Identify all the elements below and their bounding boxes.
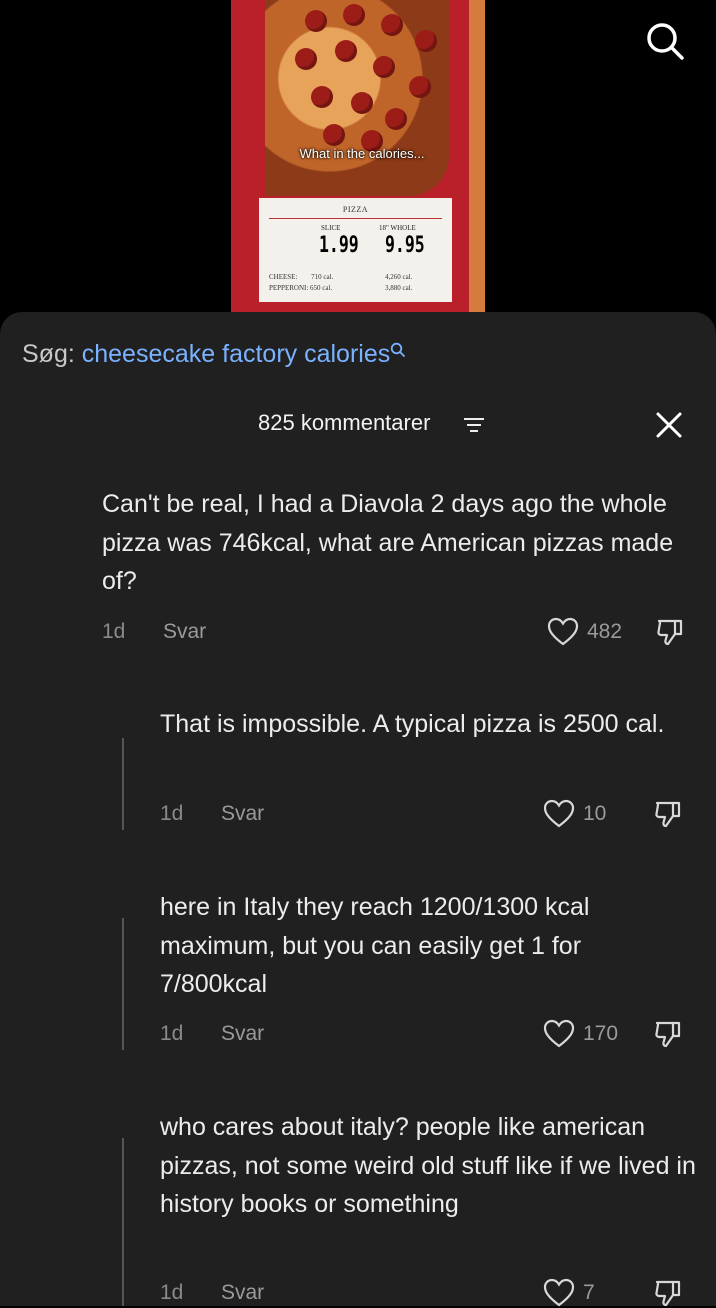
dislike-icon[interactable] — [655, 617, 685, 647]
reply-comment-text: who cares about italy? people like ameri… — [160, 1113, 696, 1218]
search-prefix: Søg: — [22, 340, 75, 368]
slice-price: 1.99 — [319, 233, 359, 258]
comment-count: 825 kommentarer — [258, 410, 431, 435]
comment-age: 1d — [160, 1022, 184, 1045]
pizza-photo — [265, 0, 449, 196]
row1-whole-cal: 4,260 cal. — [385, 273, 413, 281]
search-icon[interactable] — [644, 20, 686, 62]
adjacent-frame — [469, 0, 485, 312]
search-query-icon — [391, 342, 406, 357]
search-suggestion[interactable]: Søg: cheesecake factory calories — [22, 340, 406, 369]
row1-slice-cal: 710 cal. — [311, 273, 334, 281]
reply-button[interactable]: Svar — [163, 620, 206, 644]
slice-label: SLICE — [321, 224, 341, 232]
dislike-icon[interactable] — [653, 799, 683, 829]
row2-whole-cal: 3,880 cal. — [385, 284, 413, 292]
video-player[interactable]: What in the calories... PIZZA SLICE 18" … — [0, 0, 716, 330]
like-count: 10 — [583, 802, 607, 825]
close-icon[interactable] — [654, 410, 684, 440]
row1-label: CHEESE: — [269, 273, 298, 281]
search-query-link[interactable]: cheesecake factory calories — [82, 340, 390, 368]
thread-line — [122, 1138, 124, 1306]
comment-age: 1d — [102, 620, 126, 643]
comment-text: Can't be real, I had a Diavola 2 days ag… — [102, 490, 674, 595]
comment-age: 1d — [160, 1281, 184, 1304]
like-count: 170 — [583, 1022, 619, 1045]
row2-slice-cal: 650 cal. — [310, 284, 333, 292]
menu-divider — [269, 218, 442, 219]
like-count: 482 — [587, 620, 623, 643]
heart-icon[interactable] — [543, 1278, 575, 1308]
whole-price: 9.95 — [385, 233, 425, 258]
reply-button[interactable]: Svar — [221, 1022, 264, 1046]
like-count: 7 — [583, 1281, 595, 1304]
whole-label: 18" WHOLE — [379, 224, 416, 232]
comment-age: 1d — [160, 802, 184, 825]
reply-comment-text: That is impossible. A typical pizza is 2… — [160, 710, 665, 738]
reply-button[interactable]: Svar — [221, 1281, 264, 1305]
heart-icon[interactable] — [543, 1019, 575, 1049]
dislike-icon[interactable] — [653, 1278, 683, 1308]
video-thumbnail[interactable]: What in the calories... PIZZA SLICE 18" … — [231, 0, 485, 312]
menu-board: PIZZA SLICE 18" WHOLE 1.99 9.95 CHEESE: … — [259, 198, 452, 302]
heart-icon[interactable] — [543, 799, 575, 829]
row2-label: PEPPERONI: — [269, 284, 309, 292]
thread-line — [122, 918, 124, 1050]
video-caption: What in the calories... — [299, 146, 425, 161]
dislike-icon[interactable] — [653, 1019, 683, 1049]
heart-icon[interactable] — [547, 617, 579, 647]
reply-comment-text: here in Italy they reach 1200/1300 kcal … — [160, 893, 590, 998]
sort-filter-icon[interactable] — [462, 415, 486, 435]
thread-line — [122, 738, 124, 830]
reply-button[interactable]: Svar — [221, 802, 264, 826]
menu-title: PIZZA — [342, 205, 369, 214]
